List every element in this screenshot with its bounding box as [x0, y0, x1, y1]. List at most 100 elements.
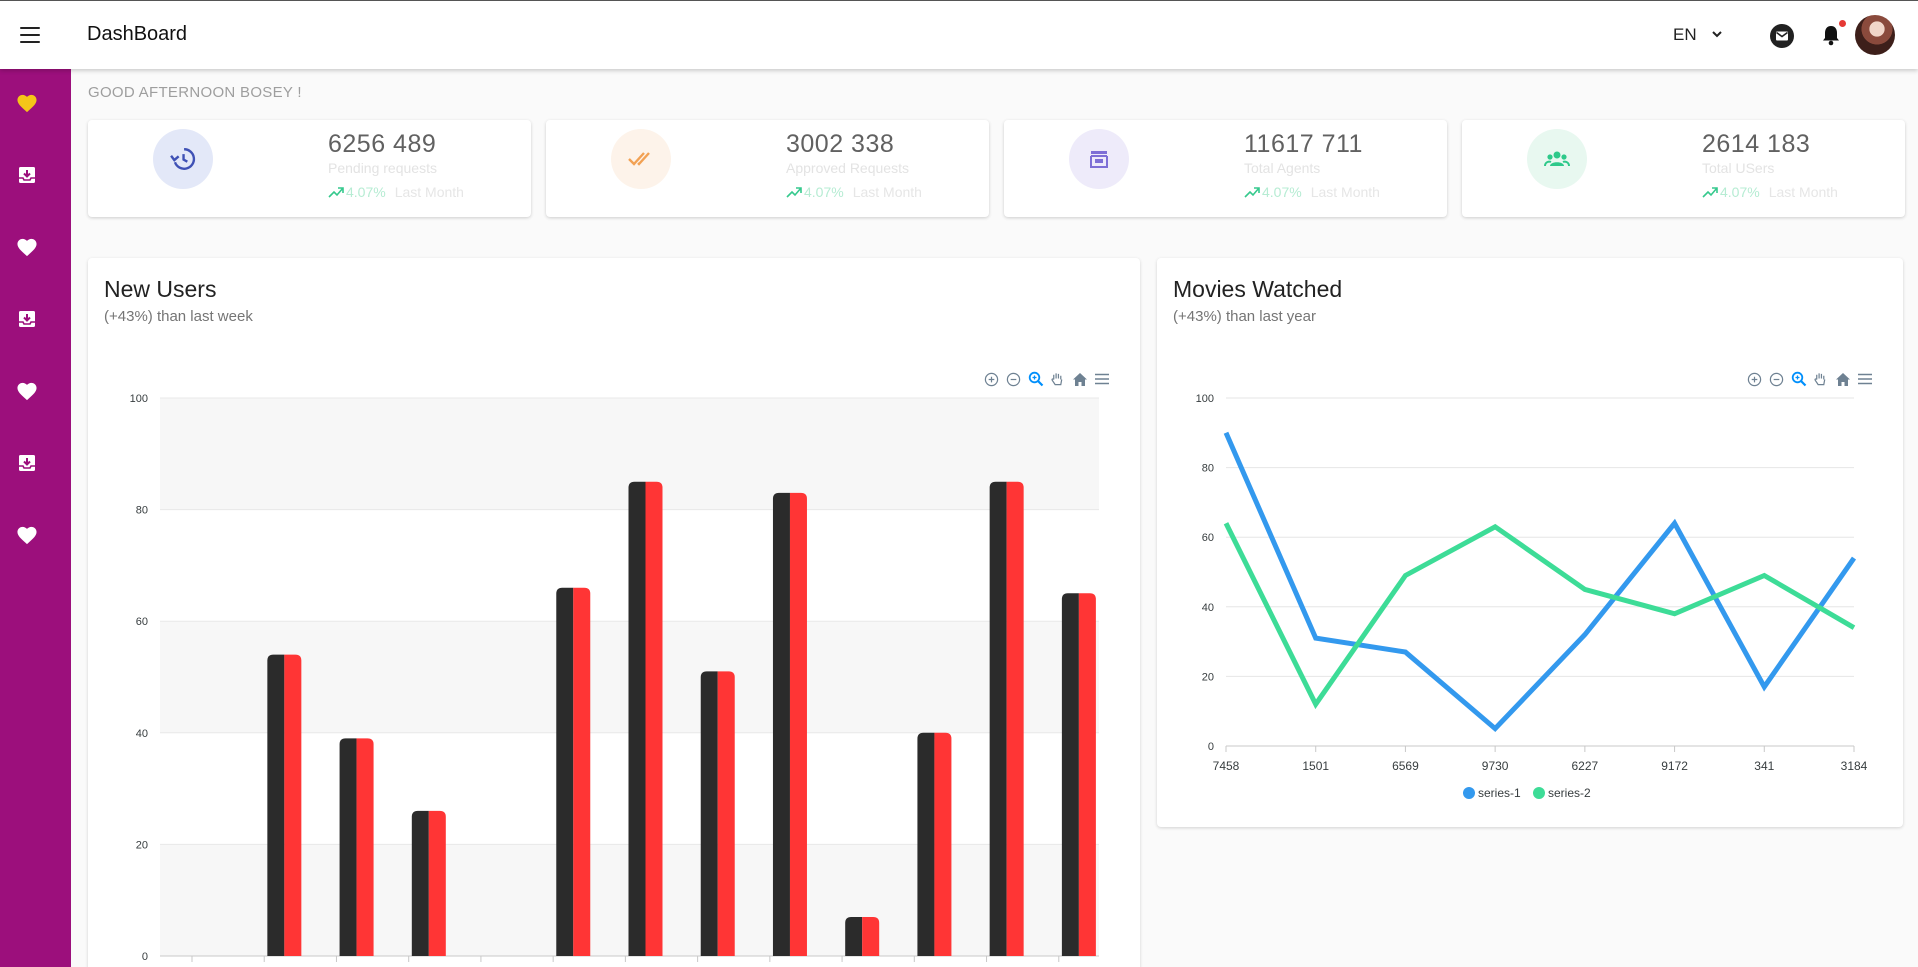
bar-left-half — [628, 481, 646, 956]
inbox-download-icon — [19, 167, 35, 183]
bar-right-half — [573, 587, 591, 956]
stat-trend: 4.07% Last Month — [786, 184, 922, 200]
stat-card-approved: 3002 338 Approved Requests 4.07% Last Mo… — [546, 120, 989, 217]
bar-right-half — [356, 738, 374, 956]
sidebar-item-saved[interactable] — [14, 378, 40, 404]
sidebar-item-archive[interactable] — [14, 450, 40, 476]
bar-left-half — [700, 671, 718, 956]
sidebar-item-favorites[interactable] — [14, 90, 40, 116]
trend-period: Last Month — [852, 184, 922, 200]
chart-legend: series-1 series-2 — [1463, 786, 1591, 800]
x-tick-label: 1501 — [1302, 759, 1329, 773]
legend-marker — [1463, 787, 1475, 799]
x-tick-label: 7458 — [1213, 759, 1240, 773]
stat-label: Approved Requests — [786, 160, 909, 176]
sidebar-item-wishlist[interactable] — [14, 522, 40, 548]
bar-left-half — [772, 492, 790, 956]
bar-right-half — [428, 810, 446, 956]
bar-right-half — [645, 481, 663, 956]
x-tick-label: 6569 — [1392, 759, 1419, 773]
heart-icon — [17, 526, 37, 545]
inbox-download-icon — [19, 311, 35, 327]
bar-left-half — [917, 732, 935, 956]
y-tick-label: 100 — [1196, 393, 1214, 405]
new-users-card: New Users (+43%) than last week 0 20 40 60 8… — [88, 258, 1140, 967]
x-tick-label: 9730 — [1482, 759, 1509, 773]
y-tick-label: 60 — [1202, 532, 1214, 544]
stat-card-pending: 6256 489 Pending requests 4.07% Last Mon… — [88, 120, 531, 217]
stat-card-users: 2614 183 Total USers 4.07% Last Month — [1462, 120, 1905, 217]
mail-icon[interactable] — [1770, 24, 1794, 48]
bar-left-half — [556, 587, 574, 956]
stat-card-agents: 11617 711 Total Agents 4.07% Last Month — [1004, 120, 1447, 217]
user-avatar[interactable] — [1855, 15, 1895, 55]
bar — [845, 916, 880, 956]
bar — [700, 671, 735, 956]
stat-label: Total USers — [1702, 160, 1775, 176]
bar-left-half — [845, 916, 863, 956]
stat-value: 11617 711 — [1244, 130, 1363, 158]
heart-icon — [17, 94, 37, 113]
sidebar-item-inbox[interactable] — [14, 162, 40, 188]
store-icon — [1069, 129, 1129, 189]
x-tick-label: 341 — [1754, 759, 1774, 773]
trend-percent: 4.07% — [804, 184, 844, 200]
bar-right-half — [1006, 481, 1024, 956]
trending-up-icon — [1702, 187, 1718, 198]
y-tick-label: 40 — [136, 728, 148, 740]
users-icon — [1527, 129, 1587, 189]
trend-period: Last Month — [1310, 184, 1380, 200]
x-tick-label: 6227 — [1572, 759, 1599, 773]
sidebar-item-likes[interactable] — [14, 234, 40, 260]
y-tick-label: 0 — [142, 951, 148, 963]
trend-percent: 4.07% — [1720, 184, 1760, 200]
bar-left-half — [989, 481, 1007, 956]
y-tick-label: 20 — [136, 839, 148, 851]
stat-trend: 4.07% Last Month — [1702, 184, 1838, 200]
stat-label: Pending requests — [328, 160, 437, 176]
chevron-down-icon[interactable] — [1711, 29, 1723, 39]
bar — [772, 492, 807, 956]
greeting-text: GOOD AFTERNOON BOSEY ! — [88, 84, 302, 101]
bar-right-half — [1078, 593, 1096, 956]
trend-period: Last Month — [1768, 184, 1838, 200]
notification-badge — [1839, 20, 1846, 27]
bar — [267, 654, 302, 956]
legend-label: series-1 — [1478, 786, 1521, 800]
stat-value: 6256 489 — [328, 130, 437, 158]
x-tick-label: 3184 — [1841, 759, 1868, 773]
x-tick-label: 9172 — [1661, 759, 1688, 773]
stat-trend: 4.07% Last Month — [1244, 184, 1380, 200]
trend-percent: 4.07% — [1262, 184, 1302, 200]
legend-label: series-2 — [1548, 786, 1591, 800]
series-line — [1223, 431, 1857, 733]
y-tick-label: 100 — [130, 393, 148, 405]
bar — [989, 481, 1024, 956]
trend-percent: 4.07% — [346, 184, 386, 200]
trending-up-icon — [328, 187, 344, 198]
notifications-bell-icon[interactable] — [1820, 23, 1842, 47]
sidebar-item-downloads[interactable] — [14, 306, 40, 332]
bar-left-half — [267, 654, 285, 956]
double-check-icon — [611, 129, 671, 189]
bar-left-half — [339, 738, 357, 956]
y-tick-label: 80 — [1202, 463, 1214, 475]
top-app-bar: DashBoard EN — [0, 0, 1918, 69]
language-select[interactable]: EN — [1673, 25, 1697, 45]
y-tick-label: 80 — [136, 505, 148, 517]
bar-left-half — [1061, 593, 1079, 956]
menu-icon[interactable] — [20, 27, 40, 43]
sidebar — [0, 69, 71, 967]
bar-right-half — [934, 732, 952, 956]
bar — [917, 732, 952, 956]
trending-up-icon — [1244, 187, 1260, 198]
y-tick-label: 40 — [1202, 602, 1214, 614]
stat-value: 3002 338 — [786, 130, 895, 158]
y-tick-label: 0 — [1208, 741, 1214, 753]
bar-right-half — [862, 916, 880, 956]
stat-label: Total Agents — [1244, 160, 1321, 176]
bar — [1061, 593, 1096, 956]
bar — [411, 810, 446, 956]
bar-right-half — [717, 671, 735, 956]
new-users-bar-chart: 0 20 40 60 80 100 — [130, 393, 1099, 963]
